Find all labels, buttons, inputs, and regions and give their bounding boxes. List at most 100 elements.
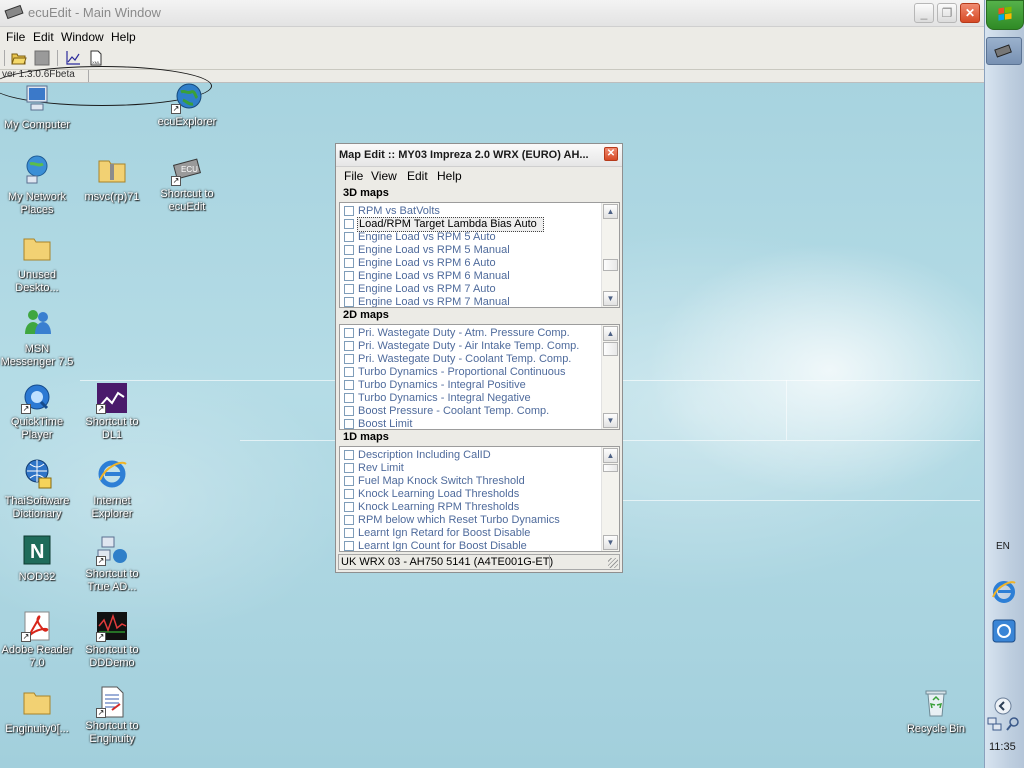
desktop-icon-dddemo[interactable]: ↗ Shortcut to DDDemo bbox=[74, 610, 150, 670]
item-checkbox[interactable] bbox=[344, 354, 354, 364]
search-tray-icon[interactable] bbox=[1005, 716, 1021, 732]
item-checkbox[interactable] bbox=[344, 515, 354, 525]
list-item[interactable]: Boost Limit bbox=[342, 418, 604, 429]
item-checkbox[interactable] bbox=[344, 219, 354, 229]
map-menu-file[interactable]: File bbox=[344, 169, 363, 183]
maps-2d-list[interactable]: Pri. Wastegate Duty - Atm. Pressure Comp… bbox=[339, 324, 620, 430]
chart-icon[interactable] bbox=[65, 50, 81, 66]
maps-3d-list[interactable]: RPM vs BatVolts Load/RPM Target Lambda B… bbox=[339, 202, 620, 308]
desktop-icon-shortcut-ecuedit[interactable]: ECU ↗ Shortcut to ecuEdit bbox=[149, 154, 225, 214]
scroll-thumb[interactable] bbox=[603, 259, 618, 271]
list-item[interactable]: Learnt Ign Retard for Boost Disable bbox=[342, 527, 604, 540]
menu-help[interactable]: Help bbox=[111, 30, 136, 44]
desktop-icon-adobe-reader[interactable]: ↗ Adobe Reader 7.0 bbox=[0, 610, 75, 670]
list-item[interactable]: Engine Load vs RPM 7 Auto bbox=[342, 283, 604, 296]
list-item[interactable]: Pri. Wastegate Duty - Atm. Pressure Comp… bbox=[342, 327, 604, 340]
minimize-button[interactable]: _ bbox=[914, 3, 934, 23]
item-checkbox[interactable] bbox=[344, 232, 354, 242]
map-edit-close-button[interactable]: ✕ bbox=[604, 147, 618, 161]
item-checkbox[interactable] bbox=[344, 284, 354, 294]
list-item[interactable]: Turbo Dynamics - Integral Negative bbox=[342, 392, 604, 405]
list-item[interactable]: Knock Learning RPM Thresholds bbox=[342, 501, 604, 514]
maps-1d-list[interactable]: Description Including CalID Rev Limit Fu… bbox=[339, 446, 620, 552]
desktop-icon-dl1[interactable]: ↗ Shortcut to DL1 bbox=[74, 382, 150, 442]
desktop-icon-shortcut-enginuity[interactable]: ↗ Shortcut to Enginuity bbox=[74, 686, 150, 746]
desktop-icon-recycle-bin[interactable]: Recycle Bin bbox=[898, 686, 974, 736]
scroll-down-arrow-icon[interactable]: ▼ bbox=[603, 291, 618, 306]
scroll-up-arrow-icon[interactable]: ▲ bbox=[603, 326, 618, 341]
desktop-icon-msvc[interactable]: msvc(rp)71 bbox=[74, 154, 150, 204]
tray-chevron-icon[interactable] bbox=[993, 697, 1013, 715]
desktop-icon-thai-dictionary[interactable]: ThaiSoftware Dictionary bbox=[0, 458, 75, 521]
scroll-thumb[interactable] bbox=[603, 464, 618, 472]
list-item[interactable]: Engine Load vs RPM 5 Auto bbox=[342, 231, 604, 244]
desktop-icon-my-computer[interactable]: My Computer bbox=[0, 82, 75, 132]
desktop-icon-nod32[interactable]: N NOD32 bbox=[0, 534, 75, 584]
desktop-icon-internet-explorer[interactable]: Internet Explorer bbox=[74, 458, 150, 521]
resize-grip-icon[interactable] bbox=[608, 558, 618, 568]
desktop-icon-network-places[interactable]: My Network Places bbox=[0, 154, 75, 217]
desktop-icon-ecuexplorer[interactable]: ↗ ecuExplorer bbox=[149, 82, 225, 129]
scrollbar-3d[interactable]: ▲ ▼ bbox=[601, 203, 619, 307]
map-menu-help[interactable]: Help bbox=[437, 169, 462, 183]
map-edit-titlebar[interactable]: Map Edit :: MY03 Impreza 2.0 WRX (EURO) … bbox=[336, 144, 622, 167]
open-folder-icon[interactable] bbox=[11, 50, 27, 66]
scroll-down-arrow-icon[interactable]: ▼ bbox=[603, 413, 618, 428]
list-item[interactable]: Pri. Wastegate Duty - Air Intake Temp. C… bbox=[342, 340, 604, 353]
close-button[interactable]: ✕ bbox=[960, 3, 980, 23]
start-button[interactable] bbox=[986, 0, 1024, 30]
item-checkbox[interactable] bbox=[344, 502, 354, 512]
item-checkbox[interactable] bbox=[344, 297, 354, 307]
list-item[interactable]: Knock Learning Load Thresholds bbox=[342, 488, 604, 501]
menu-window[interactable]: Window bbox=[61, 30, 104, 44]
scroll-up-arrow-icon[interactable]: ▲ bbox=[603, 204, 618, 219]
list-item[interactable]: Engine Load vs RPM 7 Manual bbox=[342, 296, 604, 307]
item-checkbox[interactable] bbox=[344, 450, 354, 460]
item-checkbox[interactable] bbox=[344, 393, 354, 403]
item-checkbox[interactable] bbox=[344, 341, 354, 351]
item-checkbox[interactable] bbox=[344, 463, 354, 473]
map-menu-view[interactable]: View bbox=[371, 169, 397, 183]
menu-edit[interactable]: Edit bbox=[33, 30, 54, 44]
network-tray-icon[interactable] bbox=[987, 716, 1003, 732]
desktop-icon-unused-desktop[interactable]: Unused Deskto... bbox=[0, 232, 75, 295]
list-item[interactable]: Boost Pressure - Coolant Temp. Comp. bbox=[342, 405, 604, 418]
desktop-icon-true-ad[interactable]: ↗ Shortcut to True AD... bbox=[74, 534, 150, 594]
item-checkbox[interactable] bbox=[344, 258, 354, 268]
item-checkbox[interactable] bbox=[344, 328, 354, 338]
item-checkbox[interactable] bbox=[344, 419, 354, 429]
internet-explorer-icon[interactable] bbox=[990, 578, 1018, 606]
clock[interactable]: 11:35 bbox=[989, 741, 1016, 753]
outlook-express-icon[interactable] bbox=[990, 617, 1018, 645]
item-checkbox[interactable] bbox=[344, 406, 354, 416]
maximize-button[interactable]: ❐ bbox=[937, 3, 957, 23]
item-checkbox[interactable] bbox=[344, 206, 354, 216]
menu-file[interactable]: File bbox=[6, 30, 25, 44]
item-checkbox[interactable] bbox=[344, 245, 354, 255]
item-checkbox[interactable] bbox=[344, 367, 354, 377]
list-item[interactable]: Engine Load vs RPM 5 Manual bbox=[342, 244, 604, 257]
list-item[interactable]: Rev Limit bbox=[342, 462, 604, 475]
list-item[interactable]: Turbo Dynamics - Proportional Continuous bbox=[342, 366, 604, 379]
save-disabled-icon[interactable] bbox=[34, 50, 50, 66]
list-item[interactable]: Fuel Map Knock Switch Threshold bbox=[342, 475, 604, 488]
item-checkbox[interactable] bbox=[344, 489, 354, 499]
scrollbar-1d[interactable]: ▲ ▼ bbox=[601, 447, 619, 551]
list-item[interactable]: Engine Load vs RPM 6 Auto bbox=[342, 257, 604, 270]
list-item[interactable]: RPM below which Reset Turbo Dynamics bbox=[342, 514, 604, 527]
item-checkbox[interactable] bbox=[344, 271, 354, 281]
scrollbar-2d[interactable]: ▲ ▼ bbox=[601, 325, 619, 429]
scroll-up-arrow-icon[interactable]: ▲ bbox=[603, 448, 618, 463]
main-window-titlebar[interactable]: ecuEdit - Main Window _ ❐ ✕ bbox=[0, 0, 984, 27]
list-item-selected[interactable]: Load/RPM Target Lambda Bias Auto bbox=[342, 217, 604, 232]
taskbar-item-ecuedit[interactable] bbox=[986, 37, 1022, 65]
scroll-down-arrow-icon[interactable]: ▼ bbox=[603, 535, 618, 550]
list-item[interactable]: Learnt Ign Count for Boost Disable bbox=[342, 540, 604, 551]
list-item[interactable]: Description Including CalID bbox=[342, 449, 604, 462]
item-checkbox[interactable] bbox=[344, 476, 354, 486]
desktop-icon-msn[interactable]: MSN Messenger 7.5 bbox=[0, 306, 75, 369]
map-menu-edit[interactable]: Edit bbox=[407, 169, 428, 183]
list-item[interactable]: Pri. Wastegate Duty - Coolant Temp. Comp… bbox=[342, 353, 604, 366]
desktop-icon-quicktime[interactable]: ↗ QuickTime Player bbox=[0, 382, 75, 442]
list-item[interactable]: Engine Load vs RPM 6 Manual bbox=[342, 270, 604, 283]
